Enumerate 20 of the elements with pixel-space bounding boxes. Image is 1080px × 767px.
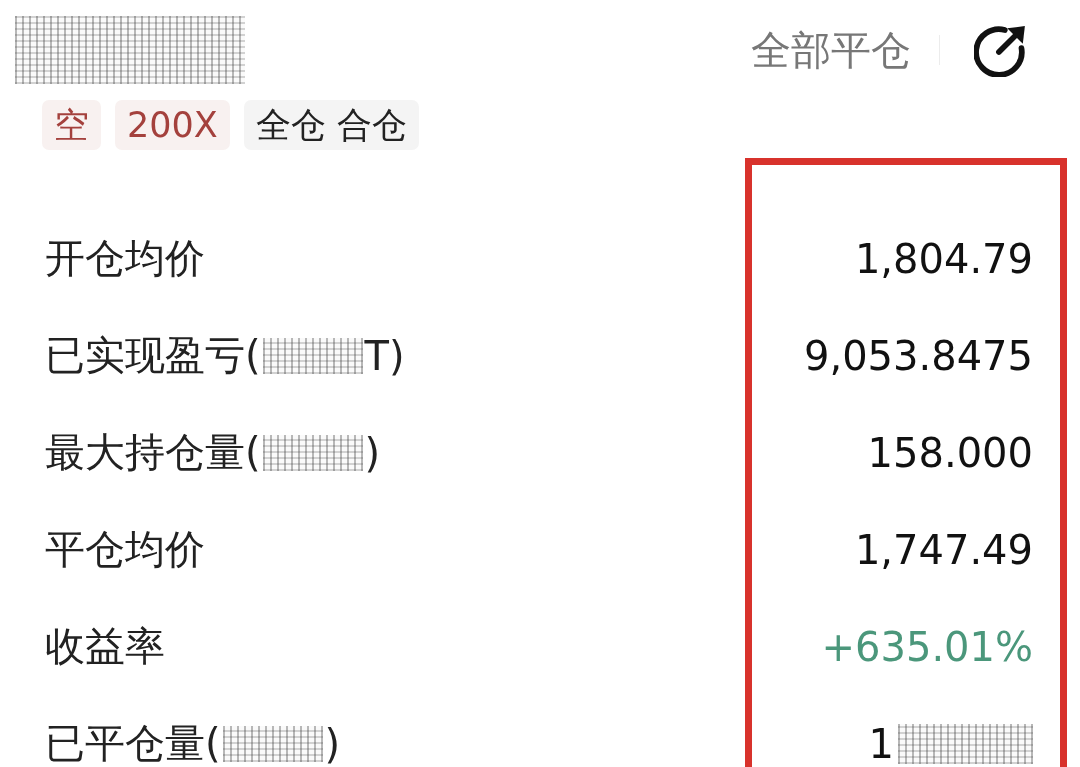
row-label: 收益率: [45, 622, 165, 671]
row-label: 已实现盈亏(: [45, 331, 261, 380]
row-value: 1: [868, 720, 894, 767]
circle-arrow-icon[interactable]: [974, 23, 1028, 77]
row-label: 开仓均价: [45, 234, 205, 283]
row-value: 1,804.79: [854, 235, 1033, 282]
close-all-button[interactable]: 全部平仓: [751, 28, 911, 72]
position-tag: 空: [42, 100, 101, 150]
row-value: 158.000: [867, 429, 1033, 476]
row-value: 1,747.49: [854, 526, 1033, 573]
row-label-end: T): [364, 332, 405, 379]
row-label: 平仓均价: [45, 525, 205, 574]
position-tag: 全仓 合仓: [243, 100, 419, 150]
row-label: 最大持仓量(: [45, 428, 261, 477]
row-label: 已平仓量(: [45, 719, 221, 767]
row-label-end: ): [324, 720, 341, 767]
row-label-end: ): [364, 429, 381, 476]
row-value: 9,053.8475: [803, 332, 1033, 379]
position-tag: 200X: [115, 100, 230, 150]
row-value: +635.01%: [821, 623, 1033, 670]
